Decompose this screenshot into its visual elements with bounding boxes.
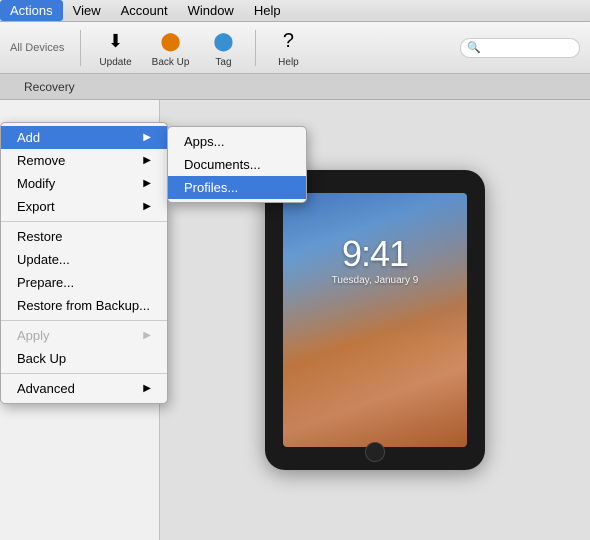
menu-item-remove[interactable]: Remove ▶	[1, 149, 167, 172]
submenu-arrow-remove: ▶	[143, 155, 151, 166]
search-icon: 🔍	[467, 41, 481, 54]
search-input[interactable]	[481, 42, 573, 54]
toolbar: All Devices ⬇ Update ⬤ Back Up ⬤ Tag ? H…	[0, 22, 590, 74]
menu-item-backup[interactable]: Back Up	[1, 347, 167, 370]
dropdown-container: Add ▶ Apps... Documents... Profiles...	[0, 122, 168, 404]
backup-label: Back Up	[152, 57, 190, 68]
submenu-arrow-add: ▶	[143, 132, 151, 143]
submenu-arrow-apply: ▶	[143, 330, 151, 341]
tag-icon: ⬤	[209, 27, 237, 55]
submenu-item-documents[interactable]: Documents...	[168, 153, 306, 176]
ipad-device: 9:41 Tuesday, January 9	[265, 170, 485, 470]
submenu-arrow-export: ▶	[143, 201, 151, 212]
update-label: Update	[99, 57, 131, 68]
tag-label: Tag	[215, 57, 231, 68]
submenu-item-apps[interactable]: Apps...	[168, 130, 306, 153]
help-label: Help	[278, 57, 299, 68]
screen-overlay	[283, 193, 467, 447]
toolbar-help[interactable]: ? Help	[268, 27, 308, 68]
menu-item-modify[interactable]: Modify ▶	[1, 172, 167, 195]
backup-icon: ⬤	[157, 27, 185, 55]
menu-item-prepare-label: Prepare...	[17, 275, 74, 290]
menu-item-apply[interactable]: Apply ▶	[1, 324, 167, 347]
menu-item-backup-label: Back Up	[17, 351, 66, 366]
menu-item-remove-label: Remove	[17, 153, 65, 168]
menu-item-update-label: Update...	[17, 252, 70, 267]
menubar-item-account[interactable]: Account	[111, 0, 178, 21]
menubar-item-help[interactable]: Help	[244, 0, 291, 21]
menu-item-apply-label: Apply	[17, 328, 50, 343]
menu-separator-1	[1, 221, 167, 222]
menu-item-advanced[interactable]: Advanced ▶	[1, 377, 167, 400]
add-submenu: Apps... Documents... Profiles...	[167, 126, 307, 203]
menu-separator-3	[1, 373, 167, 374]
menu-separator-2	[1, 320, 167, 321]
menu-item-export-label: Export	[17, 199, 55, 214]
toolbar-tag[interactable]: ⬤ Tag	[203, 27, 243, 68]
toolbar-backup[interactable]: ⬤ Back Up	[146, 27, 196, 68]
toolbar-search[interactable]: 🔍	[460, 38, 580, 58]
menu-item-modify-label: Modify	[17, 176, 55, 191]
menu-item-restore[interactable]: Restore	[1, 225, 167, 248]
menu-item-advanced-label: Advanced	[17, 381, 75, 396]
menubar-item-window[interactable]: Window	[178, 0, 244, 21]
toolbar-update[interactable]: ⬇ Update	[93, 27, 137, 68]
toolbar-divider-1	[80, 30, 81, 66]
tab-recovery[interactable]: Recovery	[10, 76, 89, 98]
update-icon: ⬇	[102, 27, 130, 55]
submenu-arrow-modify: ▶	[143, 178, 151, 189]
menu-item-add-label: Add	[17, 130, 40, 145]
ipad-time: 9:41	[283, 233, 467, 275]
toolbar-divider-2	[255, 30, 256, 66]
menu-item-add[interactable]: Add ▶ Apps... Documents... Profiles...	[1, 126, 167, 149]
menubar-item-actions[interactable]: Actions	[0, 0, 63, 21]
all-devices-label: All Devices	[10, 42, 64, 54]
menu-item-restore-backup-label: Restore from Backup...	[17, 298, 150, 313]
menubar-item-view[interactable]: View	[63, 0, 111, 21]
menu-item-prepare[interactable]: Prepare...	[1, 271, 167, 294]
menu-item-restore-backup[interactable]: Restore from Backup...	[1, 294, 167, 317]
ipad-home-button	[365, 442, 385, 462]
menu-item-restore-label: Restore	[17, 229, 63, 244]
main-content: 9:41 Tuesday, January 9 Add ▶ Apps... Do…	[0, 100, 590, 540]
menubar: Actions View Account Window Help	[0, 0, 590, 22]
menu-item-export[interactable]: Export ▶	[1, 195, 167, 218]
ipad-date: Tuesday, January 9	[283, 275, 467, 286]
submenu-item-profiles[interactable]: Profiles...	[168, 176, 306, 199]
submenu-arrow-advanced: ▶	[143, 383, 151, 394]
ipad-screen: 9:41 Tuesday, January 9	[283, 193, 467, 447]
tabbar: Recovery	[0, 74, 590, 100]
actions-menu: Add ▶ Apps... Documents... Profiles...	[0, 122, 168, 404]
help-icon: ?	[274, 27, 302, 55]
menu-item-update[interactable]: Update...	[1, 248, 167, 271]
